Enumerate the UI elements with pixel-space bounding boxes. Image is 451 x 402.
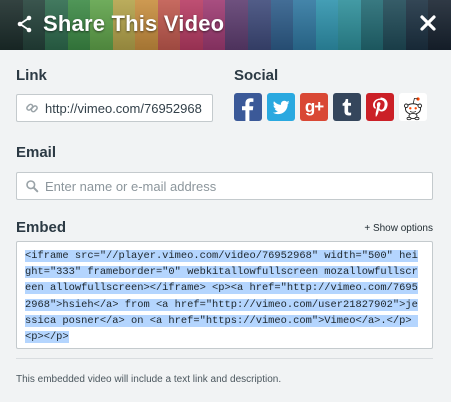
share-video-dialog: Share This Video Link http://vimeo.com/7… — [0, 0, 451, 402]
google-plus-button[interactable]: g+ — [300, 93, 328, 121]
embed-code-selection: <iframe src="//player.vimeo.com/video/76… — [25, 250, 418, 344]
embed-code-text: <iframe src="//player.vimeo.com/video/76… — [25, 248, 424, 345]
tumblr-icon — [342, 99, 352, 116]
twitter-icon — [272, 100, 290, 115]
email-label: Email — [16, 144, 57, 161]
search-icon — [26, 180, 39, 193]
embed-footnote: This embedded video will include a text … — [16, 374, 282, 385]
link-field[interactable]: http://vimeo.com/76952968 — [16, 94, 213, 122]
close-icon[interactable] — [417, 12, 439, 34]
header-title-group: Share This Video — [14, 11, 224, 37]
share-icon — [17, 15, 32, 33]
twitter-button[interactable] — [267, 93, 295, 121]
dialog-header: Share This Video — [0, 0, 451, 50]
email-field[interactable] — [16, 172, 433, 200]
embed-label: Embed — [16, 219, 67, 236]
social-label: Social — [234, 67, 279, 84]
reddit-icon — [403, 97, 423, 121]
embed-code-box[interactable]: <iframe src="//player.vimeo.com/video/76… — [16, 241, 433, 349]
facebook-icon — [242, 98, 254, 121]
facebook-button[interactable] — [234, 93, 262, 121]
show-options-link[interactable]: + Show options — [364, 223, 433, 234]
link-label: Link — [16, 67, 47, 84]
link-url-text: http://vimeo.com/76952968 — [45, 100, 202, 116]
pinterest-button[interactable] — [366, 93, 394, 121]
footer-divider — [16, 358, 433, 359]
social-buttons: g+ — [234, 93, 427, 121]
link-icon — [26, 103, 38, 113]
email-input[interactable] — [45, 178, 432, 194]
pinterest-icon — [373, 97, 388, 117]
google-plus-icon: g+ — [304, 97, 324, 116]
reddit-button[interactable] — [399, 93, 427, 121]
tumblr-button[interactable] — [333, 93, 361, 121]
dialog-title: Share This Video — [43, 11, 225, 36]
